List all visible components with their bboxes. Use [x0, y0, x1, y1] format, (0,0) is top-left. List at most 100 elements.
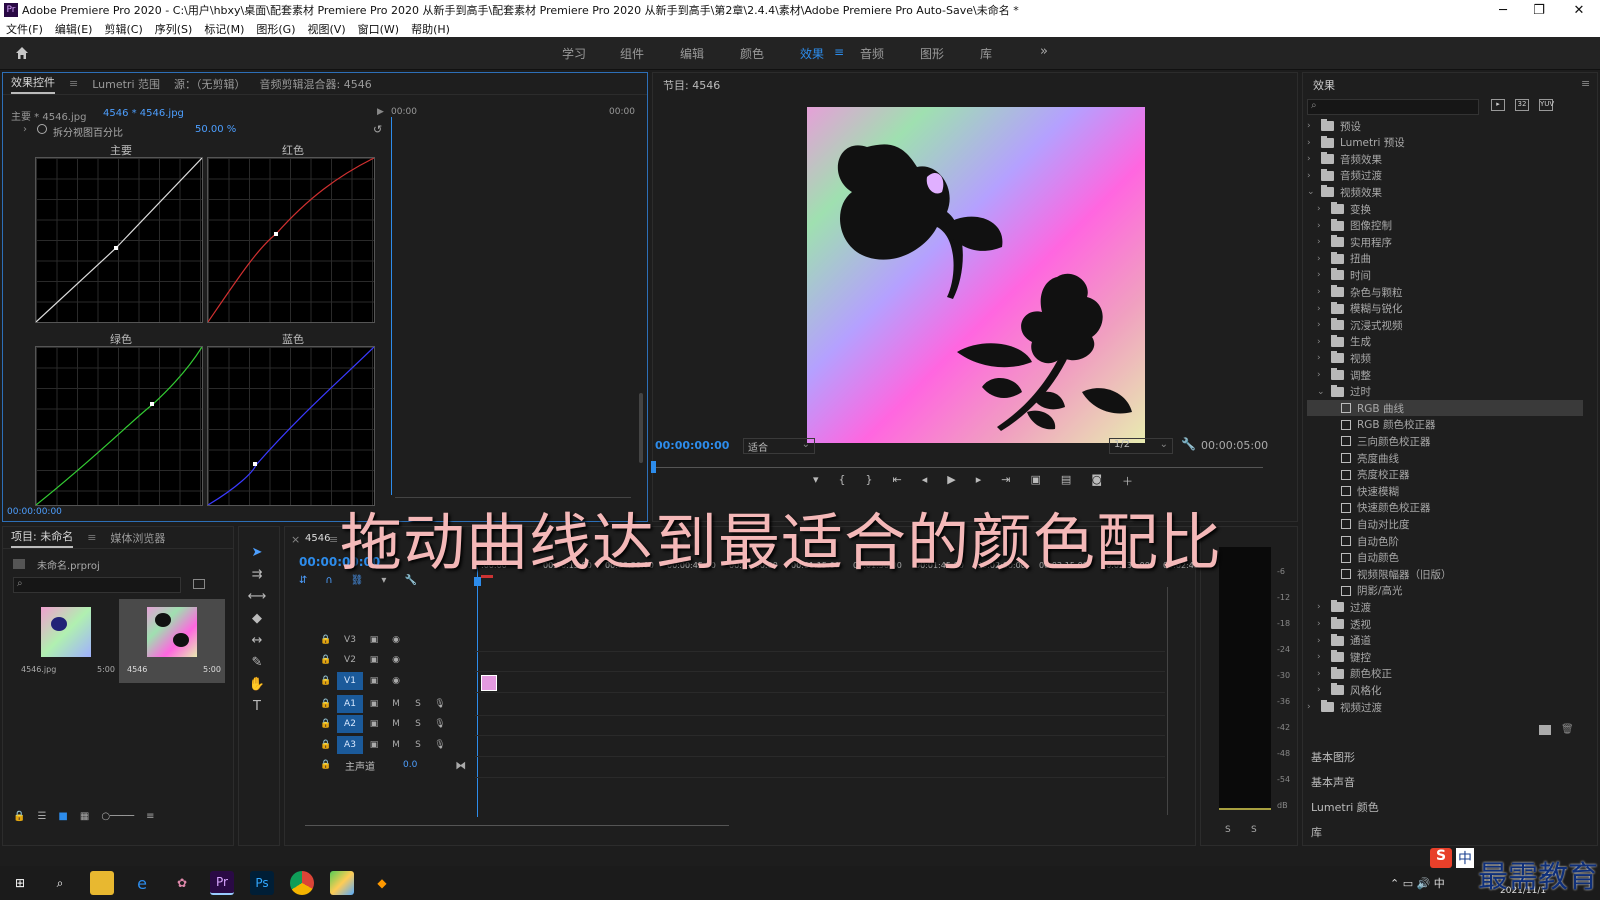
effects-folder[interactable]: › 实用程序 [1307, 234, 1392, 250]
effects-folder[interactable]: › 图像控制 [1307, 218, 1392, 234]
effects-folder[interactable]: › 视频 [1307, 350, 1371, 366]
accelerated-effects-icon[interactable]: ▸ [1491, 99, 1505, 111]
project-search-input[interactable]: ⌕ [13, 577, 181, 593]
minimize-button[interactable]: ─ [1486, 0, 1520, 20]
effects-folder[interactable]: › 时间 [1307, 267, 1371, 283]
effects-section[interactable]: Lumetri 颜色 [1311, 799, 1379, 815]
effect-item[interactable]: 亮度曲线 [1307, 450, 1399, 466]
master-clip-label[interactable]: 主要 * 4546.jpg [11, 108, 86, 123]
resolution-dropdown[interactable]: 1/2 ⌄ [1109, 438, 1173, 454]
new-bin-icon[interactable] [193, 579, 205, 589]
effect-item[interactable]: 自动色阶 [1307, 533, 1399, 549]
effects-folder[interactable]: › 视频过渡 [1307, 699, 1382, 715]
program-scrubber[interactable] [653, 467, 1263, 468]
chevron-right-icon[interactable]: › [1317, 320, 1327, 330]
step-back-icon[interactable]: ◂ [922, 473, 928, 493]
selection-tool-icon[interactable]: ➤ [247, 545, 267, 565]
effects-folder[interactable]: ⌄ 过时 [1307, 384, 1371, 400]
pen-tool-icon[interactable]: ✎ [247, 655, 267, 675]
track-label[interactable]: A3 [337, 736, 363, 754]
mark-in-icon[interactable]: { [839, 473, 846, 493]
timeline-zoom-bar[interactable] [305, 825, 729, 826]
mute-button[interactable]: M [385, 737, 407, 753]
workspace-tab[interactable]: 图形 [920, 45, 944, 62]
video-track-header[interactable]: 🔒 V2 ▣ ◉ [315, 651, 407, 669]
chevron-right-icon[interactable]: › [1317, 602, 1327, 612]
photoshop-taskbar-icon[interactable]: Ps [250, 871, 274, 895]
eye-icon[interactable]: ◉ [385, 652, 407, 668]
chevron-right-icon[interactable]: › [1317, 337, 1327, 347]
snap-icon[interactable]: ∩ [325, 575, 332, 586]
more-workspaces-icon[interactable]: » [1040, 44, 1048, 59]
freeform-view-icon[interactable]: ▦ [80, 811, 89, 822]
play-only-icon[interactable]: ▶ [377, 107, 384, 117]
audio-track-header[interactable]: 🔒 A3 ▣ M S 🎙 [315, 736, 451, 754]
mic-icon[interactable]: 🎙 [429, 696, 451, 712]
chevron-right-icon[interactable]: › [1307, 121, 1317, 131]
chevron-right-icon[interactable]: › [1317, 304, 1327, 314]
ime-mode[interactable]: 中 [1456, 848, 1474, 868]
video-track-header[interactable]: 🔒 V1 ▣ ◉ [315, 672, 407, 690]
lock-icon[interactable]: 🔒 [315, 757, 337, 773]
chevron-right-icon[interactable]: › [1307, 138, 1317, 148]
track-label[interactable]: V1 [337, 672, 363, 690]
menu-item[interactable]: 文件(F) [6, 21, 43, 37]
red-curve-graph[interactable] [207, 157, 375, 323]
project-item-selected[interactable]: 4546 5:00 [119, 599, 225, 683]
effects-search-input[interactable]: ⌕ [1307, 99, 1479, 115]
effects-folder[interactable]: › 通道 [1307, 633, 1371, 649]
effects-section[interactable]: 库 [1311, 824, 1322, 840]
sogou-ime-icon[interactable]: S [1430, 848, 1452, 868]
list-view-icon[interactable]: ☰ [37, 811, 46, 822]
effects-folder[interactable]: › 预设 [1307, 118, 1361, 134]
windows-start-icon[interactable]: ⊞ [8, 871, 32, 895]
effects-folder[interactable]: › 模糊与锐化 [1307, 301, 1403, 317]
program-preview-image[interactable] [807, 107, 1145, 443]
chevron-right-icon[interactable]: › [1307, 154, 1317, 164]
lock-icon[interactable]: 🔒 [315, 673, 337, 689]
app-icon[interactable] [330, 871, 354, 895]
stopwatch-icon[interactable] [37, 124, 47, 134]
icon-view-icon[interactable]: ■ [58, 811, 67, 822]
tray-icons[interactable]: ⌃ ▭ 🔊 中 [1390, 875, 1445, 891]
effect-item[interactable]: RGB 颜色校正器 [1307, 417, 1435, 433]
hand-tool-icon[interactable]: ✋ [247, 677, 267, 697]
effects-section[interactable]: 基本声音 [1311, 774, 1355, 790]
32bit-effects-icon[interactable]: 32 [1515, 99, 1529, 111]
edge-browser-icon[interactable]: e [130, 871, 154, 895]
overwrite-icon[interactable]: ▤ [1061, 473, 1071, 493]
tab-project[interactable]: 项目: 未命名 [11, 528, 74, 548]
type-tool-icon[interactable]: T [247, 699, 267, 719]
green-curve-graph[interactable] [35, 346, 203, 506]
mark-out-icon[interactable]: } [866, 473, 873, 493]
menu-item[interactable]: 标记(M) [204, 21, 244, 37]
video-track-header[interactable]: 🔒 V3 ▣ ◉ [315, 631, 407, 649]
solo-button[interactable]: S [407, 716, 429, 732]
slip-tool-icon[interactable]: ↔ [247, 633, 267, 653]
premiere-taskbar-icon[interactable]: Pr [210, 871, 234, 895]
effect-item[interactable]: 阴影/高光 [1307, 583, 1403, 599]
add-button-icon[interactable]: ＋ [1122, 473, 1133, 493]
chevron-down-icon[interactable]: ⌄ [1317, 387, 1327, 397]
chevron-right-icon[interactable]: › [1317, 619, 1327, 629]
chevron-right-icon[interactable]: › [1317, 254, 1327, 264]
step-forward-icon[interactable]: ▸ [976, 473, 982, 493]
delete-icon[interactable]: 🗑 [1561, 724, 1574, 735]
lock-icon[interactable]: 🔒 [315, 737, 337, 753]
chevron-right-icon[interactable]: › [1317, 636, 1327, 646]
mic-icon[interactable]: 🎙 [429, 716, 451, 732]
ec-scrollbar[interactable] [639, 393, 643, 463]
master-curve-graph[interactable] [35, 157, 203, 323]
menu-item[interactable]: 帮助(H) [411, 21, 450, 37]
solo-right-button[interactable]: S [1251, 825, 1257, 835]
timeline-vscroll[interactable] [1167, 587, 1168, 815]
effects-folder[interactable]: › 音频过渡 [1307, 168, 1382, 184]
chevron-right-icon[interactable]: › [1317, 685, 1327, 695]
chevron-right-icon[interactable]: › [1307, 171, 1317, 181]
track-label[interactable]: A1 [337, 695, 363, 713]
program-timecode[interactable]: 00:00:00:00 [655, 439, 729, 452]
tab-effect-controls[interactable]: 效果控件 [11, 74, 55, 94]
sync-lock-icon[interactable]: ▣ [363, 673, 385, 689]
menu-item[interactable]: 剪辑(C) [104, 21, 142, 37]
workspace-tab[interactable]: 效果 [800, 45, 824, 62]
